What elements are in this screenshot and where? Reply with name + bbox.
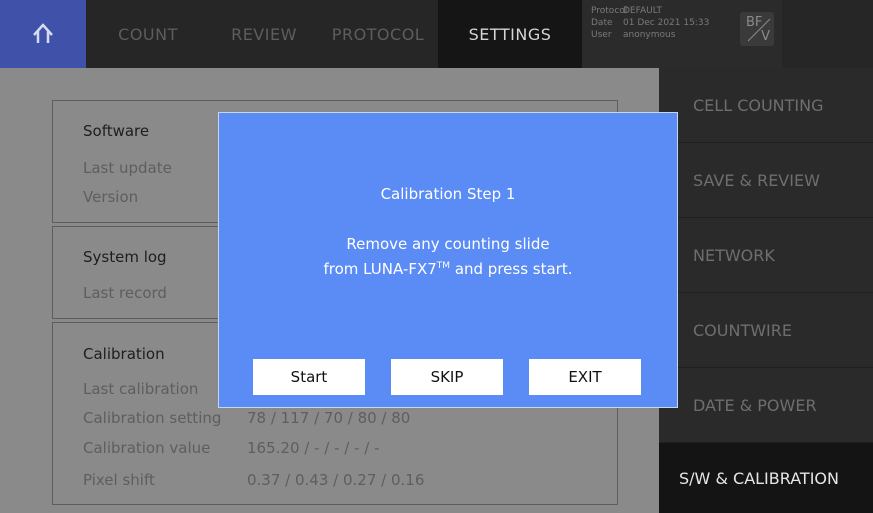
protocol-label: Protocol (591, 6, 628, 16)
settings-menu: CELL COUNTING SAVE & REVIEW NETWORK COUN… (659, 68, 873, 513)
calibration-value-value: 165.20 / - / - / - / - (247, 439, 380, 457)
mode-badge-bottom: V (761, 29, 770, 44)
home-icon (33, 23, 53, 43)
status-info-panel: Protocol DEFAULT Date 01 Dec 2021 15:33 … (582, 0, 782, 68)
exit-button[interactable]: EXIT (529, 359, 641, 395)
calibration-title: Calibration (83, 345, 165, 363)
dialog-message-line1: Remove any counting slide (346, 235, 550, 253)
user-label: User (591, 30, 612, 40)
date-label: Date (591, 18, 613, 28)
protocol-value: DEFAULT (623, 6, 662, 16)
calibration-setting-value: 78 / 117 / 70 / 80 / 80 (247, 409, 411, 427)
menu-item-cell-counting[interactable]: CELL COUNTING (659, 68, 873, 143)
start-button[interactable]: Start (253, 359, 365, 395)
tab-settings[interactable]: SETTINGS (438, 0, 582, 68)
system-log-title: System log (83, 248, 167, 266)
top-nav-bar: COUNT REVIEW PROTOCOL SETTINGS Protocol … (0, 0, 873, 68)
date-value: 01 Dec 2021 15:33 (623, 18, 710, 28)
calibration-setting-label: Calibration setting (83, 409, 222, 427)
pixel-shift-value: 0.37 / 0.43 / 0.27 / 0.16 (247, 471, 425, 489)
tab-protocol[interactable]: PROTOCOL (318, 0, 438, 68)
mode-badge-top: BF (746, 15, 763, 30)
mode-badge[interactable]: BF V (740, 12, 774, 46)
menu-item-sw-calibration[interactable]: S/W & CALIBRATION (659, 443, 873, 513)
tab-review[interactable]: REVIEW (210, 0, 318, 68)
calibration-dialog: Calibration Step 1 Remove any counting s… (218, 112, 678, 408)
pixel-shift-label: Pixel shift (83, 471, 155, 489)
dialog-message: Remove any counting slide from LUNA-FX7T… (219, 233, 677, 280)
calibration-value-label: Calibration value (83, 439, 211, 457)
user-value: anonymous (623, 30, 676, 40)
dialog-message-line2: from LUNA-FX7TM and press start. (219, 255, 677, 280)
menu-item-date-power[interactable]: DATE & POWER (659, 368, 873, 443)
dialog-message-prefix: from LUNA-FX7 (323, 260, 437, 278)
dialog-message-suffix: and press start. (450, 260, 573, 278)
tab-count[interactable]: COUNT (86, 0, 210, 68)
software-title: Software (83, 122, 150, 140)
menu-item-save-review[interactable]: SAVE & REVIEW (659, 143, 873, 218)
menu-item-countwire[interactable]: COUNTWIRE (659, 293, 873, 368)
home-button[interactable] (0, 0, 86, 68)
skip-button[interactable]: SKIP (391, 359, 503, 395)
trademark-mark: TM (436, 261, 451, 271)
dialog-title: Calibration Step 1 (380, 185, 516, 203)
menu-item-network[interactable]: NETWORK (659, 218, 873, 293)
